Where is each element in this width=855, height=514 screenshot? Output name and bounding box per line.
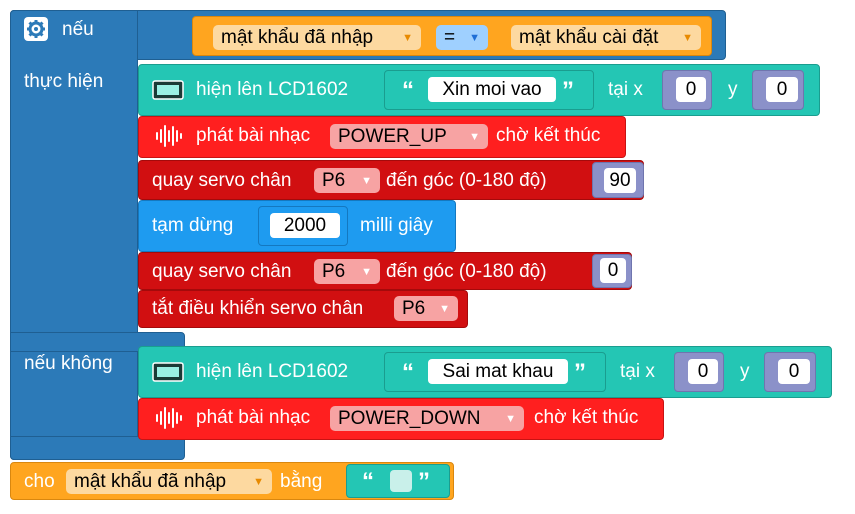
lcd-text-field[interactable]: Xin moi vao xyxy=(428,77,556,102)
lcd-x-field[interactable]: 0 xyxy=(688,359,718,384)
dropdown-arrow-icon: ▼ xyxy=(439,303,450,315)
set-value-field[interactable] xyxy=(390,470,412,492)
condition-right-var-text: mật khẩu cài đặt xyxy=(519,27,659,48)
music-tune-text: POWER_UP xyxy=(338,126,447,147)
pause-ms-field[interactable]: 2000 xyxy=(270,213,340,238)
set-label: cho xyxy=(24,471,55,492)
music-label: phát bài nhạc xyxy=(196,125,311,146)
condition-left-var-text: mật khẩu đã nhập xyxy=(221,27,374,48)
music-suffix: chờ kết thúc xyxy=(534,407,639,428)
dropdown-arrow-icon: ▼ xyxy=(253,476,264,488)
dropdown-arrow-icon: ▼ xyxy=(469,32,480,44)
operator-dropdown[interactable]: = ▼ xyxy=(436,25,488,50)
lcd-y-field[interactable]: 0 xyxy=(778,359,810,384)
music-wave-icon xyxy=(154,124,184,148)
music-wave-icon xyxy=(154,406,184,430)
quote-open-icon: “ xyxy=(402,77,414,104)
set-to-label: bằng xyxy=(280,471,323,492)
dropdown-arrow-icon: ▼ xyxy=(402,32,413,44)
servo-angle-label: đến góc (0-180 độ) xyxy=(386,261,547,282)
then-label: thực hiện xyxy=(24,71,104,92)
servo-label: quay servo chân xyxy=(152,261,292,282)
music-tune-text: POWER_DOWN xyxy=(338,408,481,429)
lcd-icon xyxy=(152,80,184,100)
set-var-dropdown[interactable]: mật khẩu đã nhập ▼ xyxy=(66,469,272,494)
music-suffix: chờ kết thúc xyxy=(496,125,601,146)
dropdown-arrow-icon: ▼ xyxy=(469,131,480,143)
condition-left-var-dropdown[interactable]: mật khẩu đã nhập ▼ xyxy=(213,25,421,50)
gear-icon[interactable] xyxy=(24,17,48,41)
dropdown-arrow-icon: ▼ xyxy=(505,413,516,425)
lcd-icon xyxy=(152,362,184,382)
servo-angle-field[interactable]: 0 xyxy=(600,258,626,283)
lcd-label: hiện lên LCD1602 xyxy=(196,79,349,100)
quote-close-icon: ” xyxy=(562,77,574,104)
set-var-text: mật khẩu đã nhập xyxy=(74,471,227,492)
lcd-text-field[interactable]: Sai mat khau xyxy=(428,359,568,384)
lcd-x-field[interactable]: 0 xyxy=(676,77,706,102)
servo-pin-text: P6 xyxy=(322,170,346,191)
quote-close-icon: ” xyxy=(574,359,586,386)
lcd-at-x-label: tại x xyxy=(620,361,655,382)
servo-pin-dropdown[interactable]: P6 ▼ xyxy=(314,168,380,193)
servo-angle-field[interactable]: 90 xyxy=(604,168,636,193)
lcd-y-label: y xyxy=(740,361,750,382)
lcd-y-label: y xyxy=(728,79,738,100)
pause-unit-label: milli giây xyxy=(360,215,433,236)
pause-label: tạm dừng xyxy=(152,215,234,236)
servo-angle-label: đến góc (0-180 độ) xyxy=(386,170,547,191)
lcd-at-x-label: tại x xyxy=(608,79,643,100)
quote-open-icon: “ xyxy=(402,359,414,386)
dropdown-arrow-icon: ▼ xyxy=(361,266,372,278)
dropdown-arrow-icon: ▼ xyxy=(682,32,693,44)
condition-right-var-dropdown[interactable]: mật khẩu cài đặt ▼ xyxy=(511,25,701,50)
quote-open-icon: “ xyxy=(362,468,374,495)
operator-text: = xyxy=(444,27,456,48)
else-label: nếu không xyxy=(24,353,113,374)
servo-pin-dropdown[interactable]: P6 ▼ xyxy=(314,259,380,284)
servo-off-pin-dropdown[interactable]: P6 ▼ xyxy=(394,296,458,321)
servo-pin-text: P6 xyxy=(322,261,346,282)
lcd-label: hiện lên LCD1602 xyxy=(196,361,349,382)
servo-off-label: tắt điều khiển servo chân xyxy=(152,298,364,319)
music-label: phát bài nhạc xyxy=(196,407,311,428)
lcd-y-field[interactable]: 0 xyxy=(766,77,798,102)
servo-label: quay servo chân xyxy=(152,170,292,191)
if-label: nếu xyxy=(62,19,94,40)
music-tune-dropdown[interactable]: POWER_DOWN ▼ xyxy=(330,406,524,431)
servo-off-pin-text: P6 xyxy=(402,298,426,319)
music-tune-dropdown[interactable]: POWER_UP ▼ xyxy=(330,124,488,149)
dropdown-arrow-icon: ▼ xyxy=(361,175,372,187)
quote-close-icon: ” xyxy=(418,468,430,495)
